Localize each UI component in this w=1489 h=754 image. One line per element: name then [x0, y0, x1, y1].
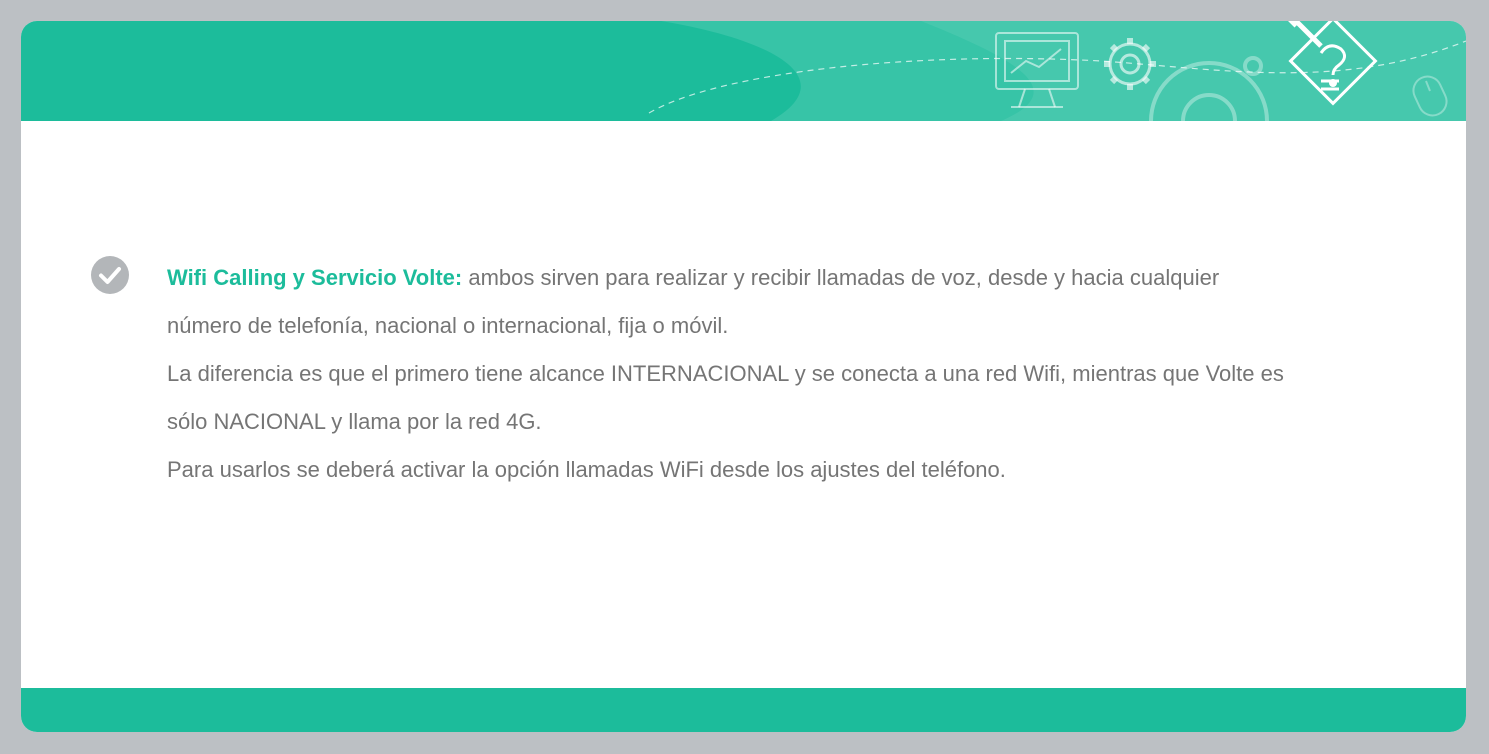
header-banner: [21, 21, 1466, 121]
bullet-title: Wifi Calling y Servicio Volte:: [167, 265, 463, 290]
check-circle-icon: [91, 256, 129, 294]
header-decoration: [648, 21, 1466, 121]
footer-bar: [21, 688, 1466, 732]
slide-card: Wifi Calling y Servicio Volte: ambos sir…: [21, 21, 1466, 732]
paragraph-3: Para usarlos se deberá activar la opción…: [167, 457, 1006, 482]
paragraph-1: Wifi Calling y Servicio Volte: ambos sir…: [167, 254, 1297, 350]
bullet-content: Wifi Calling y Servicio Volte: ambos sir…: [167, 254, 1297, 494]
paragraph-2: La diferencia es que el primero tiene al…: [167, 361, 1284, 434]
